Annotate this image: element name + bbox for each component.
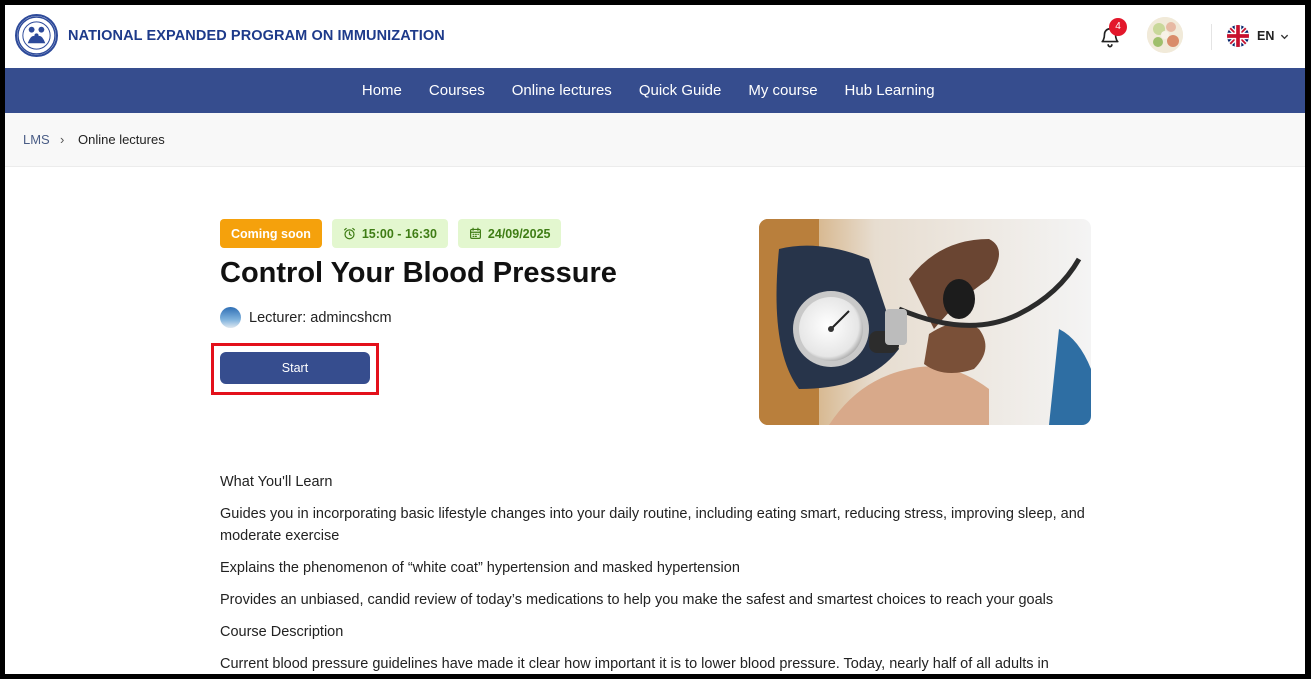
header-divider — [1211, 24, 1212, 50]
what-you-learn-heading: What You'll Learn — [220, 474, 333, 490]
uk-flag-icon — [1227, 25, 1249, 47]
learn-item: Provides an unbiased, candid review of t… — [220, 592, 1054, 608]
alarm-clock-icon — [343, 227, 356, 240]
nav-item-my-course[interactable]: My course — [748, 82, 817, 99]
nav-item-quick-guide[interactable]: Quick Guide — [639, 82, 722, 99]
date-badge: 24/09/2025 — [457, 219, 562, 248]
lecturer-info: Lecturer: admincshcm — [220, 307, 392, 328]
main-nav: Home Courses Online lectures Quick Guide… — [5, 68, 1305, 113]
immunization-logo-icon[interactable] — [15, 14, 58, 57]
chevron-down-icon — [1280, 32, 1289, 41]
time-badge: 15:00 - 16:30 — [331, 219, 448, 248]
nav-item-online-lectures[interactable]: Online lectures — [512, 82, 612, 99]
calendar-icon — [469, 227, 482, 240]
status-badge: Coming soon — [220, 219, 322, 248]
breadcrumb-home-link[interactable]: LMS — [23, 132, 50, 147]
breadcrumb-separator: › — [60, 132, 65, 147]
nav-item-hub-learning[interactable]: Hub Learning — [845, 82, 935, 99]
date-badge-label: 24/09/2025 — [487, 226, 551, 241]
lecture-cover-image — [759, 219, 1091, 425]
language-selector[interactable]: EN — [1227, 24, 1289, 48]
org-name: NATIONAL EXPANDED PROGRAM ON IMMUNIZATIO… — [68, 28, 445, 44]
start-button[interactable]: Start — [220, 352, 370, 384]
lecture-badges: Coming soon 15:00 - 16:30 24/09/2025 — [220, 219, 571, 248]
learn-item: Explains the phenomenon of “white coat” … — [220, 560, 740, 576]
lecturer-name: Lecturer: admincshcm — [249, 309, 392, 326]
notification-count-badge: 4 — [1109, 18, 1127, 36]
top-header: NATIONAL EXPANDED PROGRAM ON IMMUNIZATIO… — [5, 5, 1305, 68]
breadcrumb: LMS › Online lectures — [5, 113, 1305, 167]
time-badge-label: 15:00 - 16:30 — [361, 226, 437, 241]
nav-item-home[interactable]: Home — [362, 82, 402, 99]
language-code: EN — [1257, 29, 1275, 43]
learn-item: Guides you in incorporating basic lifest… — [220, 506, 1085, 544]
lecturer-avatar — [220, 307, 241, 328]
description-paragraph: Current blood pressure guidelines have m… — [220, 656, 1049, 672]
page: NATIONAL EXPANDED PROGRAM ON IMMUNIZATIO… — [5, 5, 1305, 674]
page-title: Control Your Blood Pressure — [220, 257, 617, 289]
course-description-heading: Course Description — [220, 624, 344, 640]
course-description: What You'll Learn Guides you in incorpor… — [220, 471, 1100, 674]
avatar[interactable] — [1147, 17, 1183, 53]
breadcrumb-current: Online lectures — [78, 132, 165, 147]
nav-item-courses[interactable]: Courses — [429, 82, 485, 99]
status-badge-label: Coming soon — [231, 226, 311, 241]
